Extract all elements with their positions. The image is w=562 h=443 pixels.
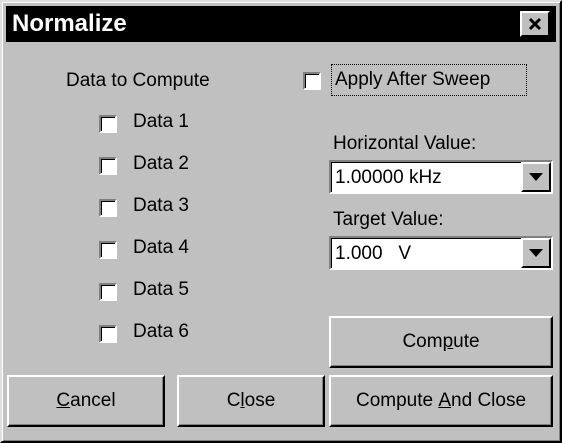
compute-mnemonic: p [442,331,454,352]
dialog-title: Normalize [12,10,127,37]
target-value-label: Target Value: [333,209,444,230]
compute-label-a: Com [402,331,443,352]
target-value-text: 1.000 V [335,243,412,264]
data-to-compute-heading: Data to Compute [66,70,210,91]
data-2-checkbox[interactable] [99,157,117,175]
close-window-button[interactable] [520,11,550,37]
horizontal-value-text: 1.00000 kHz [335,167,442,188]
data-1-checkbox[interactable] [99,115,117,133]
compute-and-close-label-b: nd Close [451,390,527,411]
data-4-checkbox[interactable] [99,241,117,259]
target-value-dropdown-button[interactable] [521,238,551,268]
compute-and-close-label-a: Compute [355,390,439,411]
cancel-mnemonic: C [56,390,71,411]
chevron-down-icon [529,249,543,257]
horizontal-value-dropdown-button[interactable] [521,162,551,192]
apply-after-sweep-label[interactable]: Apply After Sweep [335,68,490,92]
compute-label-b: ute [453,331,480,352]
data-3-checkbox[interactable] [99,199,117,217]
compute-button[interactable]: Com p ute [329,316,553,368]
horizontal-value-dropdown[interactable]: 1.00000 kHz [329,160,553,194]
compute-and-close-button[interactable]: Compute And Close [329,375,553,427]
cancel-label: ancel [70,390,116,411]
close-icon [528,17,542,31]
data-1-label[interactable]: Data 1 [133,110,189,134]
target-value-dropdown[interactable]: 1.000 V [329,236,553,270]
compute-and-close-mnemonic: A [438,390,452,411]
horizontal-value-label: Horizontal Value: [333,133,477,154]
data-6-label[interactable]: Data 6 [133,320,189,344]
data-3-label[interactable]: Data 3 [133,194,189,218]
data-2-label[interactable]: Data 2 [133,152,189,176]
chevron-down-icon [529,173,543,181]
apply-after-sweep-checkbox[interactable] [303,72,321,90]
close-label-a: C [226,390,241,411]
close-button[interactable]: Cl ose [177,375,325,427]
data-5-checkbox[interactable] [99,283,117,301]
data-6-checkbox[interactable] [99,325,117,343]
cancel-button[interactable]: Cancel [7,375,165,427]
normalize-dialog: Normalize Data to Compute Data 1 Data 2 … [0,0,562,443]
title-bar[interactable]: Normalize [6,6,556,42]
data-5-label[interactable]: Data 5 [133,278,189,302]
data-4-label[interactable]: Data 4 [133,236,189,260]
close-label-b: ose [244,390,276,411]
